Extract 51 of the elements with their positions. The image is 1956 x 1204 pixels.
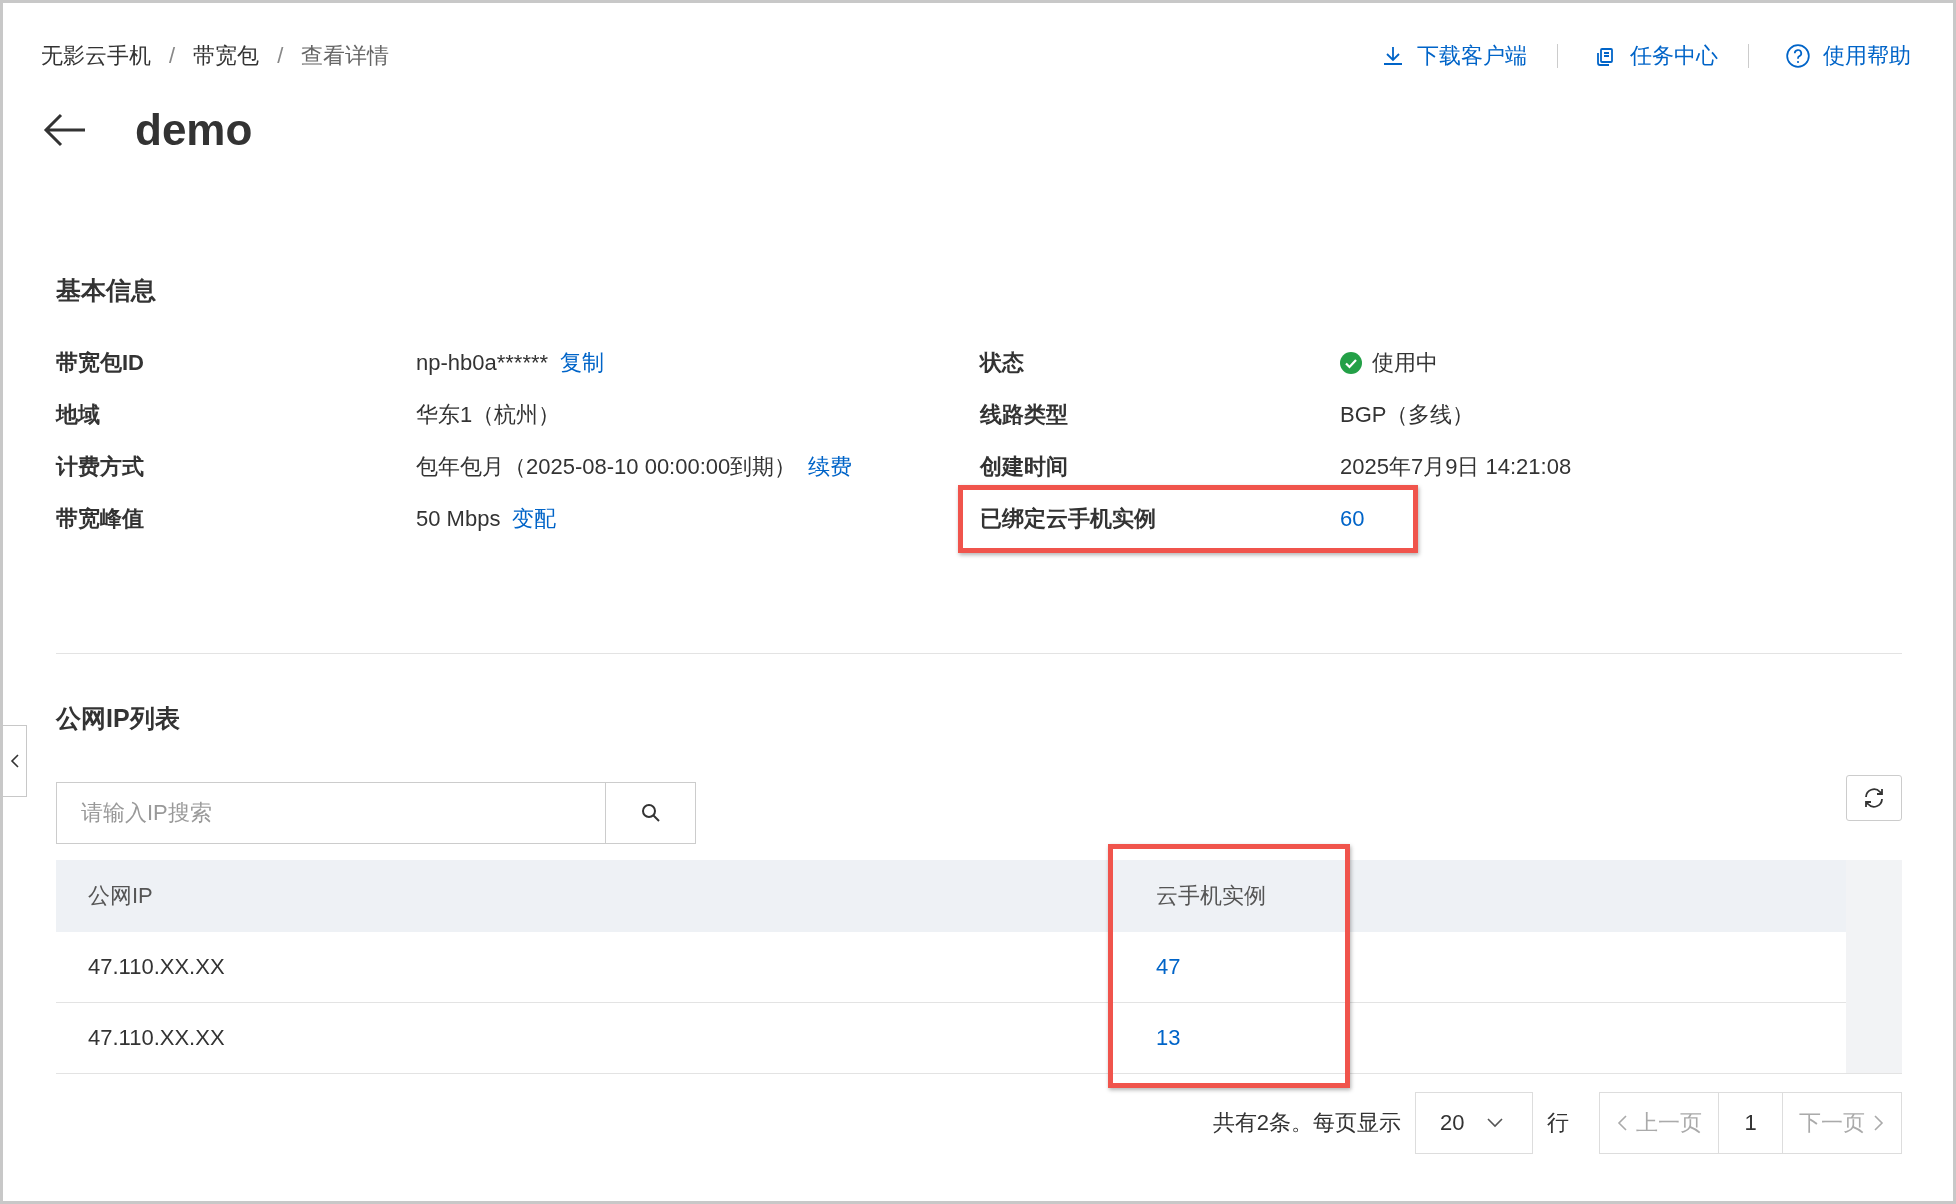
rows-unit-label: 行 xyxy=(1547,1109,1569,1137)
search-field[interactable]: 请输入IP搜索 xyxy=(56,782,606,844)
column-header: 云手机实例 xyxy=(1155,882,1267,910)
action-link[interactable]: 续费 xyxy=(808,452,853,482)
column-header: 公网IP xyxy=(87,882,154,910)
chevron-right-icon xyxy=(1873,1114,1885,1132)
action-link[interactable]: 变配 xyxy=(512,504,557,534)
section-heading: 公网IP列表 xyxy=(56,703,181,734)
table-cell-text: 47.110.XX.XX xyxy=(87,954,226,980)
field-value: 华东1（杭州） xyxy=(416,401,561,429)
field-label: 已绑定云手机实例 xyxy=(980,505,1157,533)
action-link[interactable]: 复制 xyxy=(560,348,605,378)
header-link[interactable]: 下载客户端 xyxy=(1381,41,1527,71)
table-cell-text: 47.110.XX.XX xyxy=(87,1025,226,1051)
field-value: 50 Mbps xyxy=(416,506,501,532)
help-icon xyxy=(1785,43,1811,69)
field-label: 计费方式 xyxy=(56,453,145,481)
page-title: demo xyxy=(135,105,253,155)
field-label: 线路类型 xyxy=(980,401,1069,429)
breadcrumb-link[interactable]: 查看详情 xyxy=(301,41,390,71)
field-label: 创建时间 xyxy=(980,453,1069,481)
page-size-select[interactable]: 20 xyxy=(1415,1092,1533,1154)
header-link[interactable]: 使用帮助 xyxy=(1785,41,1911,71)
breadcrumb-link[interactable]: 带宽包 xyxy=(193,41,260,71)
instance-count-link[interactable]: 47 xyxy=(1110,954,1846,980)
download-icon xyxy=(1381,44,1405,68)
header-link[interactable]: 任务中心 xyxy=(1594,41,1718,71)
refresh-icon xyxy=(1862,786,1886,810)
field-label: 带宽峰值 xyxy=(56,505,145,533)
field-value: BGP（多线） xyxy=(1340,401,1475,429)
section-heading: 基本信息 xyxy=(56,275,157,306)
breadcrumb-separator: / xyxy=(169,43,176,69)
refresh-button[interactable] xyxy=(1846,775,1902,821)
chevron-down-icon xyxy=(1486,1117,1505,1129)
field-value: 使用中 xyxy=(1372,349,1438,377)
back-arrow-icon[interactable] xyxy=(43,112,87,148)
field-value-link[interactable]: 60 xyxy=(1340,506,1365,532)
page-number-button[interactable]: 1 xyxy=(1719,1092,1783,1154)
field-label: 带宽包ID xyxy=(56,349,145,377)
breadcrumb-separator: / xyxy=(277,43,284,69)
field-label: 地域 xyxy=(56,401,101,429)
chevron-left-icon xyxy=(1616,1114,1628,1132)
search-icon xyxy=(639,802,662,824)
field-value: 包年包月（2025-08-10 00:00:00到期） xyxy=(416,453,797,481)
field-label: 状态 xyxy=(980,349,1025,377)
instance-count-link[interactable]: 13 xyxy=(1110,1025,1846,1051)
chevron-left-icon xyxy=(9,753,20,769)
breadcrumb-link[interactable]: 无影云手机 xyxy=(41,41,151,71)
field-value: 2025年7月9日 14:21:08 xyxy=(1340,453,1572,481)
field-value: np-hb0a****** xyxy=(416,350,549,376)
total-count-label: 共有2条。每页显示 xyxy=(1212,1109,1401,1137)
